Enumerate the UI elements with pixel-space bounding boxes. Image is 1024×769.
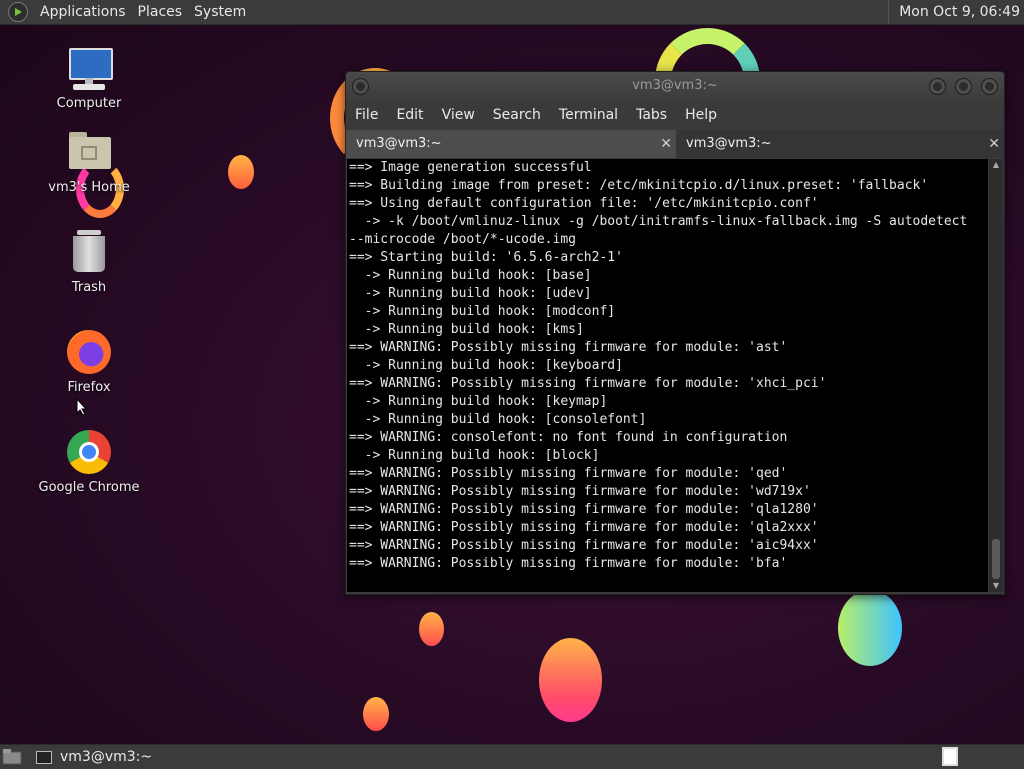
tab-2[interactable]: vm3@vm3:~ ✕: [676, 130, 1004, 158]
close-button[interactable]: [981, 78, 998, 95]
tab-bar: vm3@vm3:~ ✕ vm3@vm3:~ ✕: [346, 130, 1004, 158]
desktop-icon-label: Computer: [56, 96, 122, 111]
wallpaper-blob: [228, 155, 254, 189]
menu-terminal[interactable]: Terminal: [550, 107, 627, 123]
tab-label: vm3@vm3:~: [356, 136, 442, 151]
terminal-line: ==> WARNING: Possibly missing firmware f…: [349, 538, 819, 553]
wallpaper-blob: [539, 638, 602, 722]
terminal-line: ==> WARNING: Possibly missing firmware f…: [349, 556, 788, 571]
wallpaper-blob: [838, 590, 902, 666]
menu-tabs[interactable]: Tabs: [627, 107, 676, 123]
terminal-line: -> Running build hook: [modconf]: [349, 304, 616, 319]
minimize-button[interactable]: [929, 78, 946, 95]
terminal-line: --microcode /boot/*-ucode.img: [349, 232, 576, 247]
tab-label: vm3@vm3:~: [686, 136, 772, 151]
desktop-icon-trash[interactable]: Trash: [34, 228, 144, 295]
top-panel: Applications Places System Mon Oct 9, 06…: [0, 0, 1024, 25]
close-tab-icon[interactable]: ✕: [988, 130, 1000, 158]
mouse-cursor-icon: [76, 398, 88, 416]
terminal-line: -> Running build hook: [udev]: [349, 286, 592, 301]
taskbar-terminal-button[interactable]: vm3@vm3:~: [36, 745, 152, 769]
scroll-up-icon[interactable]: ▲: [989, 159, 1003, 171]
trash-icon: [65, 228, 113, 276]
menu-file[interactable]: File: [346, 107, 387, 123]
desktop-icon-home[interactable]: vm3's Home: [34, 128, 144, 195]
bottom-panel: vm3@vm3:~: [0, 744, 1024, 769]
firefox-icon: [65, 328, 113, 376]
tab-1[interactable]: vm3@vm3:~ ✕: [346, 130, 676, 158]
workspace-switcher[interactable]: [942, 747, 958, 766]
desktop-icon-label: Firefox: [67, 380, 111, 395]
terminal-line: ==> Starting build: '6.5.6-arch2-1': [349, 250, 623, 265]
desktop-icon-label: Google Chrome: [38, 480, 140, 495]
computer-icon: [65, 44, 113, 92]
terminal-line: ==> WARNING: Possibly missing firmware f…: [349, 502, 819, 517]
window-title: vm3@vm3:~: [632, 78, 718, 93]
maximize-button[interactable]: [955, 78, 972, 95]
applications-menu[interactable]: Applications: [34, 0, 132, 24]
taskbar-label: vm3@vm3:~: [60, 749, 153, 765]
system-menu[interactable]: System: [188, 0, 252, 24]
terminal-titlebar[interactable]: vm3@vm3:~: [346, 72, 1004, 100]
chrome-icon: [65, 428, 113, 476]
terminal-line: ==> WARNING: Possibly missing firmware f…: [349, 340, 788, 355]
terminal-line: -> Running build hook: [block]: [349, 448, 600, 463]
menu-edit[interactable]: Edit: [387, 107, 432, 123]
terminal-line: -> Running build hook: [keymap]: [349, 394, 608, 409]
terminal-icon: [36, 750, 52, 764]
terminal-line: ==> Building image from preset: /etc/mki…: [349, 178, 929, 193]
menu-view[interactable]: View: [433, 107, 484, 123]
terminal-line: -> Running build hook: [keyboard]: [349, 358, 623, 373]
terminal-scrollbar[interactable]: ▲ ▼: [989, 159, 1003, 592]
terminal-line: ==> WARNING: consolefont: no font found …: [349, 430, 788, 445]
terminal-line: -> -k /boot/vmlinuz-linux -g /boot/initr…: [349, 214, 968, 229]
terminal-line: -> Running build hook: [base]: [349, 268, 592, 283]
scrollbar-thumb[interactable]: [992, 539, 1000, 579]
clock[interactable]: Mon Oct 9, 06:49: [888, 0, 1020, 24]
menu-search[interactable]: Search: [484, 107, 550, 123]
terminal-line: ==> Image generation successful: [349, 160, 592, 175]
scroll-down-icon[interactable]: ▼: [989, 580, 1003, 592]
terminal-line: ==> WARNING: Possibly missing firmware f…: [349, 466, 788, 481]
close-tab-icon[interactable]: ✕: [660, 130, 672, 158]
terminal-line: ==> WARNING: Possibly missing firmware f…: [349, 520, 819, 535]
desktop-icon-computer[interactable]: Computer: [34, 44, 144, 111]
terminal-menubar: File Edit View Search Terminal Tabs Help: [346, 100, 1004, 130]
home-folder-icon: [65, 128, 113, 176]
terminal-line: -> Running build hook: [consolefont]: [349, 412, 647, 427]
menu-help[interactable]: Help: [676, 107, 726, 123]
terminal-line: ==> WARNING: Possibly missing firmware f…: [349, 484, 811, 499]
desktop-icon-firefox[interactable]: Firefox: [34, 328, 144, 395]
terminal-line: ==> Using default configuration file: '/…: [349, 196, 819, 211]
desktop-icon-chrome[interactable]: Google Chrome: [34, 428, 144, 495]
terminal-output[interactable]: ==> Image generation successful ==> Build…: [347, 159, 988, 592]
terminal-window[interactable]: vm3@vm3:~ File Edit View Search Terminal…: [345, 71, 1005, 595]
desktop-icon-label: Trash: [71, 280, 107, 295]
distro-logo-icon[interactable]: [8, 2, 28, 22]
desktop-icon-label: vm3's Home: [48, 180, 130, 195]
wallpaper-blob: [419, 612, 444, 646]
places-menu[interactable]: Places: [132, 0, 189, 24]
terminal-line: -> Running build hook: [kms]: [349, 322, 584, 337]
show-desktop-icon[interactable]: [2, 748, 22, 765]
wallpaper-blob: [363, 697, 389, 731]
terminal-line: ==> WARNING: Possibly missing firmware f…: [349, 376, 827, 391]
